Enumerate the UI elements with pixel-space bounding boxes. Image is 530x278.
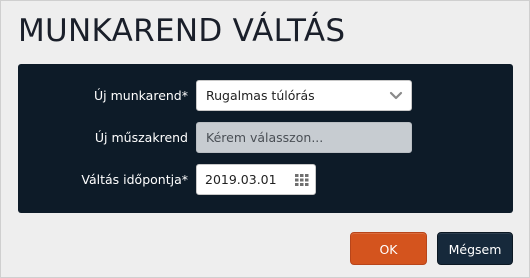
shift-schedule-select: Kérem válasszon... xyxy=(196,122,412,153)
shift-schedule-placeholder: Kérem válasszon... xyxy=(206,130,324,145)
ok-button[interactable]: OK xyxy=(350,232,427,265)
shift-change-dialog: MUNKAREND VÁLTÁS Új munkarend* Rugalmas … xyxy=(0,0,530,278)
cancel-button[interactable]: Mégsem xyxy=(437,232,513,265)
change-date-row: Váltás időpontja* 2019.03.01 xyxy=(18,164,513,195)
dialog-title: MUNKAREND VÁLTÁS xyxy=(18,13,346,49)
change-date-input[interactable]: 2019.03.01 xyxy=(196,164,316,195)
chevron-down-icon[interactable] xyxy=(389,91,403,101)
shift-schedule-label: Új műszakrend xyxy=(94,130,188,145)
form-panel: Új munkarend* Rugalmas túlórás Új műszak… xyxy=(18,64,513,213)
change-date-value: 2019.03.01 xyxy=(205,172,277,187)
work-schedule-label: Új munkarend* xyxy=(94,88,188,103)
work-schedule-row: Új munkarend* Rugalmas túlórás xyxy=(18,80,513,111)
work-schedule-value: Rugalmas túlórás xyxy=(206,88,315,103)
calendar-grid-icon[interactable] xyxy=(295,174,309,186)
work-schedule-select[interactable]: Rugalmas túlórás xyxy=(196,80,412,111)
change-date-label: Váltás időpontja* xyxy=(81,172,188,187)
shift-schedule-row: Új műszakrend Kérem válasszon... xyxy=(18,122,513,153)
